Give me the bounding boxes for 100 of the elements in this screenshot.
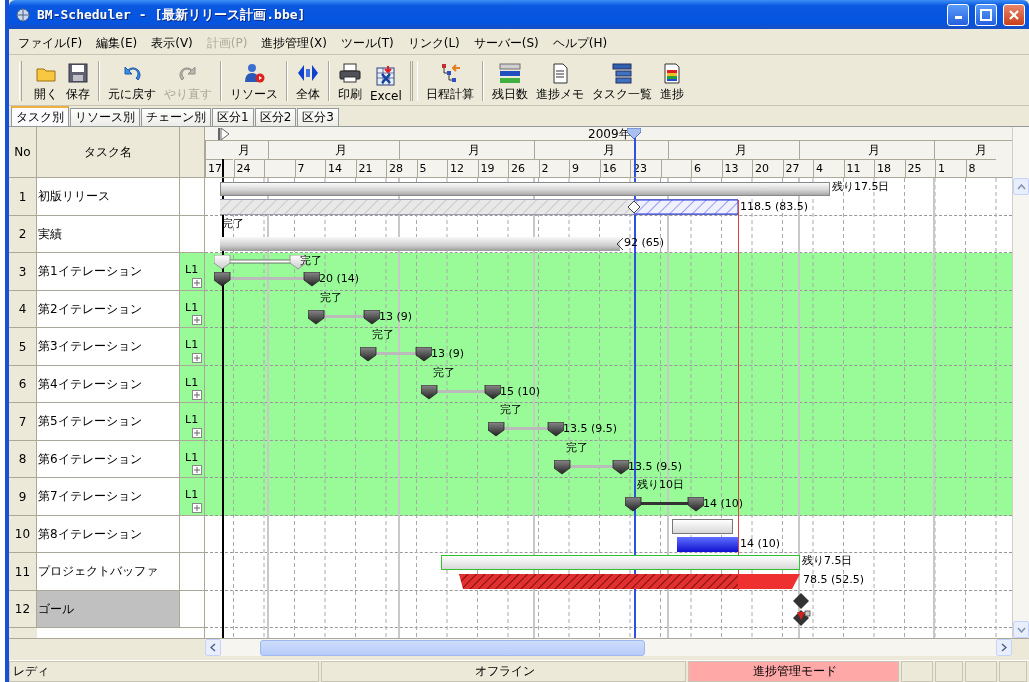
maximize-icon bbox=[980, 8, 992, 21]
expand-icon[interactable] bbox=[192, 465, 202, 476]
group-label: L1 bbox=[185, 338, 199, 352]
month-label: 月 bbox=[205, 140, 268, 160]
toolbar-button[interactable]: リソース bbox=[226, 59, 282, 104]
minimize-button[interactable] bbox=[947, 3, 969, 26]
toolbar-button[interactable]: 保存 bbox=[62, 59, 94, 104]
remaining-label: 残り17.5日 bbox=[832, 180, 890, 195]
task-name-cell[interactable]: 第8イテレーション bbox=[37, 515, 180, 553]
menu-item[interactable]: ファイル(F) bbox=[11, 35, 90, 53]
menu-item[interactable]: ツール(T) bbox=[334, 35, 401, 53]
group-label: L1 bbox=[185, 375, 199, 389]
task-name-cell[interactable]: 第3イテレーション bbox=[37, 328, 180, 365]
duration-label: 13 (9) bbox=[379, 309, 413, 324]
status-panel bbox=[965, 661, 997, 682]
remaining-label: 残り7.5日 bbox=[802, 554, 853, 569]
duration-label: 20 (14) bbox=[319, 272, 360, 287]
expand-icon[interactable] bbox=[192, 352, 202, 363]
tab[interactable]: 区分2 bbox=[254, 108, 297, 127]
scroll-left-button[interactable] bbox=[205, 639, 221, 657]
task-name-cell[interactable]: 第1イテレーション bbox=[37, 253, 180, 290]
toolbar-button[interactable]: 元に戻す bbox=[104, 59, 160, 104]
toolbar-button[interactable]: 進捗メモ bbox=[531, 59, 588, 104]
row-number: 8 bbox=[9, 440, 37, 478]
task-name-cell[interactable]: プロジェクトバッファ bbox=[37, 553, 180, 590]
menu-item[interactable]: 表示(V) bbox=[144, 35, 200, 53]
toolbar-button[interactable]: 印刷 bbox=[334, 59, 366, 104]
scroll-right-button[interactable] bbox=[996, 639, 1012, 657]
toolbar-button[interactable]: 開く bbox=[30, 59, 62, 104]
row-number: 9 bbox=[9, 478, 37, 515]
toolbar-button[interactable]: Excel bbox=[366, 59, 406, 104]
task-name-cell[interactable]: 実績 bbox=[37, 215, 180, 253]
group-label: L1 bbox=[185, 413, 199, 427]
month-label: 月 bbox=[668, 140, 799, 160]
status-label: 完了 bbox=[320, 290, 342, 305]
duration-label: 13.5 (9.5) bbox=[563, 422, 618, 437]
menu-item[interactable]: 編集(E) bbox=[89, 35, 145, 53]
app-icon bbox=[15, 6, 31, 23]
toolbar-button[interactable]: タスク一覧 bbox=[587, 59, 656, 104]
menu-item[interactable]: サーバー(S) bbox=[466, 35, 546, 53]
row-number: 1 bbox=[9, 178, 37, 215]
toolbar-button[interactable]: 残日数 bbox=[487, 59, 532, 104]
scroll-down-button[interactable] bbox=[1013, 621, 1029, 639]
menu-item[interactable]: ヘルプ(H) bbox=[545, 35, 615, 53]
task-name-cell[interactable]: 第4イテレーション bbox=[37, 365, 180, 403]
duration-label: 15 (10) bbox=[500, 384, 541, 399]
close-icon bbox=[1008, 8, 1020, 21]
task-name-cell[interactable]: 第7イテレーション bbox=[37, 478, 180, 515]
duration-label: 118.5 (83.5) bbox=[740, 200, 809, 215]
menu-item[interactable]: 進捗管理(X) bbox=[254, 35, 334, 53]
column-header: タスク名 bbox=[37, 127, 180, 178]
scroll-up-button[interactable] bbox=[1013, 178, 1029, 196]
status-label: 完了 bbox=[566, 440, 588, 455]
connection-status: オフライン bbox=[321, 661, 686, 682]
status-panel bbox=[901, 661, 933, 682]
duration-label: 14 (10) bbox=[740, 536, 781, 551]
group-label: L1 bbox=[185, 450, 199, 464]
duration-label: 78.5 (52.5) bbox=[803, 573, 865, 588]
status-panel bbox=[999, 661, 1027, 682]
spreadsheet-icon bbox=[373, 65, 398, 88]
task-name-cell[interactable]: 第2イテレーション bbox=[37, 290, 180, 328]
toolbar-button[interactable]: 進捗 bbox=[655, 59, 688, 104]
person-icon bbox=[242, 62, 266, 85]
group-label: L1 bbox=[185, 300, 199, 314]
toolbar-button[interactable]: 日程計算 bbox=[421, 59, 478, 104]
task-name-cell[interactable]: 第5イテレーション bbox=[37, 403, 180, 440]
iteration-bar bbox=[360, 347, 432, 363]
status-label: 完了 bbox=[372, 328, 394, 343]
tab[interactable]: 区分1 bbox=[212, 108, 254, 127]
month-label: 月 bbox=[399, 140, 534, 160]
status-label: 完了 bbox=[300, 254, 322, 269]
status-label: 完了 bbox=[500, 403, 522, 418]
expand-icon[interactable] bbox=[192, 315, 202, 326]
tab[interactable]: タスク別 bbox=[11, 106, 69, 127]
tab[interactable]: チェーン別 bbox=[141, 108, 211, 127]
task-name-cell[interactable]: 初版リリース bbox=[37, 178, 180, 215]
status-label: 完了 bbox=[433, 365, 455, 380]
toolbar-button[interactable]: 全体 bbox=[292, 59, 324, 104]
scrollbar-thumb[interactable] bbox=[260, 639, 645, 656]
minimize-icon bbox=[954, 16, 962, 20]
tab[interactable]: リソース別 bbox=[70, 108, 140, 127]
row-number: 7 bbox=[9, 403, 37, 440]
toolbar-grip[interactable] bbox=[409, 61, 418, 102]
iteration-bar bbox=[308, 309, 380, 325]
row-number: 3 bbox=[9, 253, 37, 290]
maximize-button[interactable] bbox=[975, 3, 997, 26]
expand-icon[interactable] bbox=[192, 277, 202, 288]
progress-bars-icon bbox=[497, 62, 522, 85]
row-number: 6 bbox=[9, 365, 37, 403]
task-name-cell[interactable]: 第6イテレーション bbox=[37, 440, 180, 478]
close-button[interactable] bbox=[1003, 3, 1025, 26]
expand-icon[interactable] bbox=[192, 427, 202, 438]
expand-icon[interactable] bbox=[192, 502, 202, 513]
row-number: 10 bbox=[9, 515, 37, 553]
month-label: 月 bbox=[268, 140, 399, 160]
group-label: L1 bbox=[185, 263, 199, 277]
menu-item[interactable]: リンク(L) bbox=[400, 35, 467, 53]
task-name-cell[interactable]: ゴール bbox=[37, 590, 180, 628]
expand-icon[interactable] bbox=[192, 390, 202, 401]
tab[interactable]: 区分3 bbox=[297, 108, 339, 127]
